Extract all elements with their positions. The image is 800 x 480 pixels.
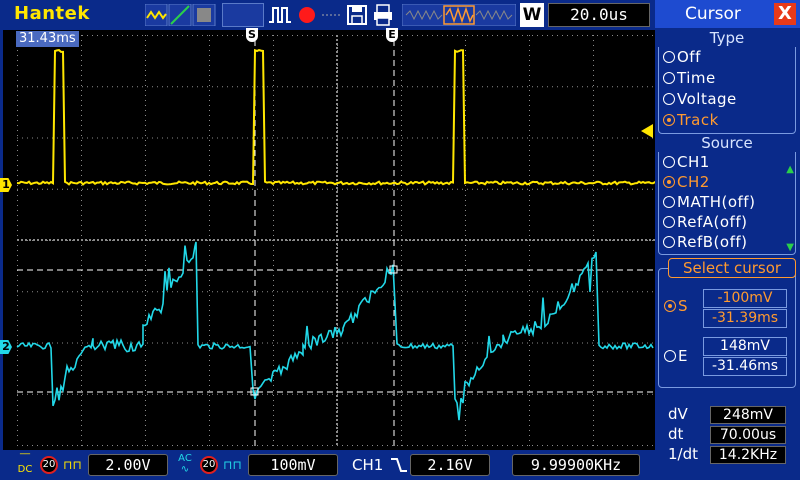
cursor-s-time: -31.39ms — [703, 309, 787, 328]
source-option-ch2[interactable]: CH2 — [663, 173, 710, 191]
source-group-title: Source — [658, 134, 796, 152]
save-icon[interactable] — [346, 4, 368, 26]
type-group-title: Type — [658, 29, 796, 47]
graticule-grid — [17, 35, 655, 446]
select-cursor-e[interactable]: E — [664, 347, 688, 365]
scroll-up-icon[interactable]: ▲ — [786, 164, 794, 175]
source-option-refa[interactable]: RefA(off) — [663, 213, 747, 231]
ch2-probe-icon: ⊓⊓ — [223, 458, 242, 472]
source-option-ch1[interactable]: CH1 — [663, 153, 710, 171]
cursor-e-voltage: 148mV — [703, 337, 787, 356]
select-cursor-title: Select cursor — [668, 258, 796, 278]
close-button[interactable]: X — [774, 3, 796, 25]
source-option-math[interactable]: MATH(off) — [663, 193, 755, 211]
ch1-bandwidth-limit-icon[interactable]: 20 — [40, 456, 58, 474]
cursor-e-marker[interactable]: E — [386, 28, 398, 42]
memory-depth-box[interactable] — [222, 3, 264, 27]
ch1-volts-div[interactable]: 2.00V — [88, 454, 168, 476]
dv-value: 248mV — [710, 406, 786, 424]
ch1-probe-icon: ⊓⊓ — [63, 458, 82, 472]
trigger-level-arrow[interactable] — [641, 124, 653, 138]
inv-dt-value: 14.2KHz — [710, 446, 786, 464]
ch2-coupling-icon[interactable]: AC ∿ — [174, 453, 196, 477]
waveform-mode-icon[interactable] — [145, 4, 221, 26]
type-option-voltage[interactable]: Voltage — [663, 90, 737, 108]
memory-position-icon[interactable] — [402, 4, 516, 26]
timebase-display[interactable]: 20.0us — [548, 3, 650, 27]
waveform-screen[interactable] — [0, 30, 655, 450]
cursor-s-marker[interactable]: S — [246, 28, 258, 42]
ch2-trace — [16, 241, 654, 421]
cursor-s-voltage: -100mV — [703, 289, 787, 308]
print-icon[interactable] — [372, 4, 394, 26]
ch1-coupling-icon[interactable]: ‾‾ DC — [14, 453, 36, 477]
trigger-slope-falling-icon[interactable] — [390, 456, 408, 474]
waveform-plot — [16, 30, 655, 450]
type-option-time[interactable]: Time — [663, 69, 716, 87]
source-option-refb[interactable]: RefB(off) — [663, 233, 748, 251]
dt-value: 70.00us — [710, 426, 786, 444]
cursor-e-time: -31.46ms — [703, 357, 787, 376]
inv-dt-label: 1/dt — [668, 445, 698, 463]
dv-label: dV — [668, 405, 688, 423]
pulse-icon[interactable] — [268, 4, 292, 26]
cursor-menu-panel: Cursor X Type Off Time Voltage Track Sou… — [655, 0, 800, 450]
brand-logo: Hantek — [14, 3, 90, 24]
type-option-off[interactable]: Off — [663, 48, 701, 66]
trigger-source[interactable]: CH1 — [352, 455, 383, 475]
ch2-bandwidth-limit-icon[interactable]: 20 — [200, 456, 218, 474]
type-option-track[interactable]: Track — [663, 111, 719, 129]
record-dot-icon[interactable] — [296, 4, 318, 26]
ch2-volts-div[interactable]: 100mV — [248, 454, 338, 476]
settings-lines-icon — [322, 14, 340, 16]
dt-label: dt — [668, 425, 684, 443]
trigger-level-value[interactable]: 2.16V — [410, 454, 490, 476]
trigger-mode-indicator[interactable]: W — [520, 3, 544, 27]
time-offset-tag: 31.43ms — [16, 31, 79, 47]
scroll-down-icon[interactable]: ▼ — [786, 242, 794, 253]
select-cursor-s[interactable]: S — [664, 297, 688, 315]
top-bar: Hantek W 20.0us — [0, 0, 655, 30]
frequency-counter: 9.99900KHz — [512, 454, 640, 476]
